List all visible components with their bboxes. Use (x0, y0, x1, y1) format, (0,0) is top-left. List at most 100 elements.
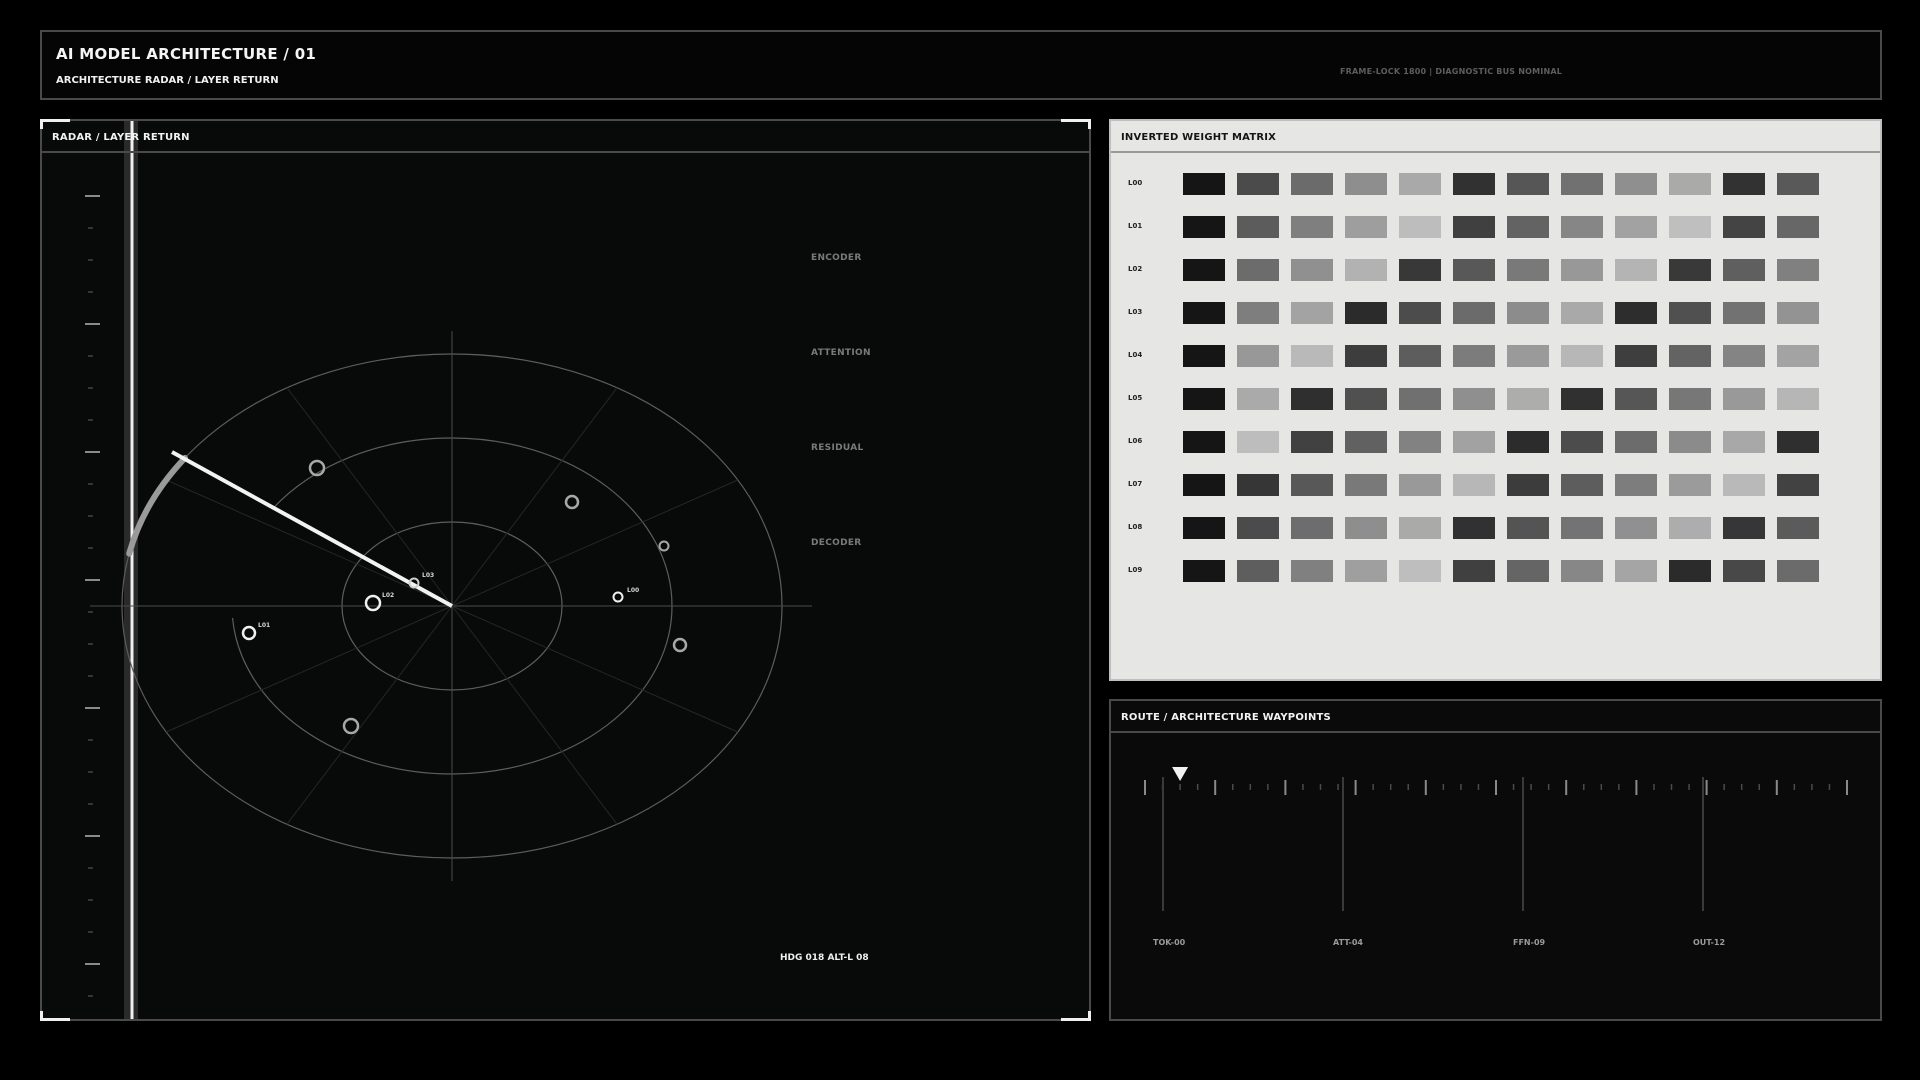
matrix-cell[interactable] (1723, 302, 1765, 324)
matrix-cell[interactable] (1615, 345, 1657, 367)
matrix-cell[interactable] (1561, 517, 1603, 539)
matrix-cell[interactable] (1291, 173, 1333, 195)
matrix-cell[interactable] (1615, 517, 1657, 539)
matrix-cell[interactable] (1291, 302, 1333, 324)
matrix-cell[interactable] (1507, 431, 1549, 453)
matrix-cell[interactable] (1237, 216, 1279, 238)
matrix-cell[interactable] (1345, 216, 1387, 238)
matrix-cell[interactable] (1561, 560, 1603, 582)
matrix-cell[interactable] (1237, 388, 1279, 410)
matrix-cell[interactable] (1453, 517, 1495, 539)
matrix-cell[interactable] (1399, 345, 1441, 367)
weight-matrix-panel[interactable]: INVERTED WEIGHT MATRIX L00 L01 L02 L03 L04 L0… (1109, 119, 1882, 681)
matrix-cell[interactable] (1777, 173, 1819, 195)
matrix-cell[interactable] (1561, 431, 1603, 453)
matrix-cell[interactable] (1237, 431, 1279, 453)
matrix-cell[interactable] (1399, 173, 1441, 195)
matrix-cell[interactable] (1345, 173, 1387, 195)
matrix-cell[interactable] (1345, 560, 1387, 582)
matrix-cell[interactable] (1345, 388, 1387, 410)
radar-panel[interactable]: L01 L02 L03 L00 RADAR / LAYER RETURN ENC… (40, 119, 1091, 1021)
matrix-cell[interactable] (1345, 302, 1387, 324)
matrix-cell[interactable] (1777, 474, 1819, 496)
matrix-cell[interactable] (1669, 388, 1711, 410)
matrix-cell[interactable] (1777, 560, 1819, 582)
matrix-cell[interactable] (1399, 517, 1441, 539)
matrix-cell[interactable] (1453, 173, 1495, 195)
matrix-cell[interactable] (1291, 474, 1333, 496)
matrix-cell[interactable] (1183, 517, 1225, 539)
matrix-cell[interactable] (1399, 431, 1441, 453)
radar-blip[interactable] (672, 637, 688, 653)
matrix-cell[interactable] (1723, 560, 1765, 582)
matrix-cell[interactable] (1561, 345, 1603, 367)
waypoint-label[interactable]: FFN-09 (1513, 938, 1545, 947)
radar-blip[interactable] (342, 717, 360, 735)
matrix-cell[interactable] (1507, 560, 1549, 582)
matrix-cell[interactable] (1183, 259, 1225, 281)
matrix-cell[interactable] (1291, 431, 1333, 453)
matrix-cell[interactable] (1723, 474, 1765, 496)
matrix-cell[interactable] (1615, 560, 1657, 582)
matrix-cell[interactable] (1507, 259, 1549, 281)
matrix-cell[interactable] (1723, 388, 1765, 410)
matrix-cell[interactable] (1183, 345, 1225, 367)
matrix-cell[interactable] (1183, 173, 1225, 195)
matrix-cell[interactable] (1399, 388, 1441, 410)
matrix-cell[interactable] (1507, 345, 1549, 367)
radar-blip-l01[interactable] (241, 625, 257, 641)
matrix-cell[interactable] (1777, 259, 1819, 281)
matrix-cell[interactable] (1237, 173, 1279, 195)
matrix-cell[interactable] (1453, 345, 1495, 367)
matrix-cell[interactable] (1399, 259, 1441, 281)
matrix-cell[interactable] (1507, 517, 1549, 539)
matrix-cell[interactable] (1669, 259, 1711, 281)
radar-scope[interactable]: L01 L02 L03 L00 (42, 121, 1089, 1019)
matrix-cell[interactable] (1507, 216, 1549, 238)
matrix-cell[interactable] (1237, 345, 1279, 367)
layer-label-attention[interactable]: ATTENTION (811, 348, 871, 358)
matrix-cell[interactable] (1777, 345, 1819, 367)
matrix-cell[interactable] (1615, 302, 1657, 324)
matrix-cell[interactable] (1453, 259, 1495, 281)
matrix-cell[interactable] (1561, 259, 1603, 281)
matrix-cell[interactable] (1615, 388, 1657, 410)
route-panel[interactable]: ROUTE / ARCHITECTURE WAYPOINTS TOK-00 ATT… (1109, 699, 1882, 1021)
matrix-cell[interactable] (1237, 302, 1279, 324)
radar-blip-l02[interactable] (364, 594, 382, 612)
matrix-cell[interactable] (1777, 302, 1819, 324)
matrix-cell[interactable] (1777, 216, 1819, 238)
matrix-cell[interactable] (1291, 388, 1333, 410)
matrix-cell[interactable] (1291, 259, 1333, 281)
layer-label-decoder[interactable]: DECODER (811, 538, 862, 548)
matrix-cell[interactable] (1507, 173, 1549, 195)
layer-label-encoder[interactable]: ENCODER (811, 253, 862, 263)
matrix-cell[interactable] (1183, 302, 1225, 324)
matrix-cell[interactable] (1345, 474, 1387, 496)
radar-blips[interactable] (241, 459, 688, 735)
matrix-cell[interactable] (1669, 474, 1711, 496)
matrix-cell[interactable] (1615, 474, 1657, 496)
matrix-cell[interactable] (1237, 560, 1279, 582)
matrix-cell[interactable] (1507, 388, 1549, 410)
matrix-cell[interactable] (1291, 345, 1333, 367)
matrix-cell[interactable] (1183, 474, 1225, 496)
matrix-cell[interactable] (1777, 431, 1819, 453)
matrix-cell[interactable] (1453, 388, 1495, 410)
matrix-cell[interactable] (1453, 431, 1495, 453)
matrix-cell[interactable] (1777, 517, 1819, 539)
matrix-cell[interactable] (1345, 259, 1387, 281)
matrix-cell[interactable] (1453, 474, 1495, 496)
matrix-cell[interactable] (1453, 302, 1495, 324)
matrix-cell[interactable] (1615, 259, 1657, 281)
matrix-cell[interactable] (1399, 560, 1441, 582)
matrix-cell[interactable] (1291, 216, 1333, 238)
matrix-cell[interactable] (1723, 431, 1765, 453)
matrix-cell[interactable] (1237, 517, 1279, 539)
layer-label-residual[interactable]: RESIDUAL (811, 443, 864, 453)
matrix-cell[interactable] (1183, 560, 1225, 582)
triangle-down-icon[interactable] (1172, 767, 1189, 781)
matrix-cell[interactable] (1561, 388, 1603, 410)
matrix-cell[interactable] (1183, 431, 1225, 453)
matrix-cell[interactable] (1399, 216, 1441, 238)
